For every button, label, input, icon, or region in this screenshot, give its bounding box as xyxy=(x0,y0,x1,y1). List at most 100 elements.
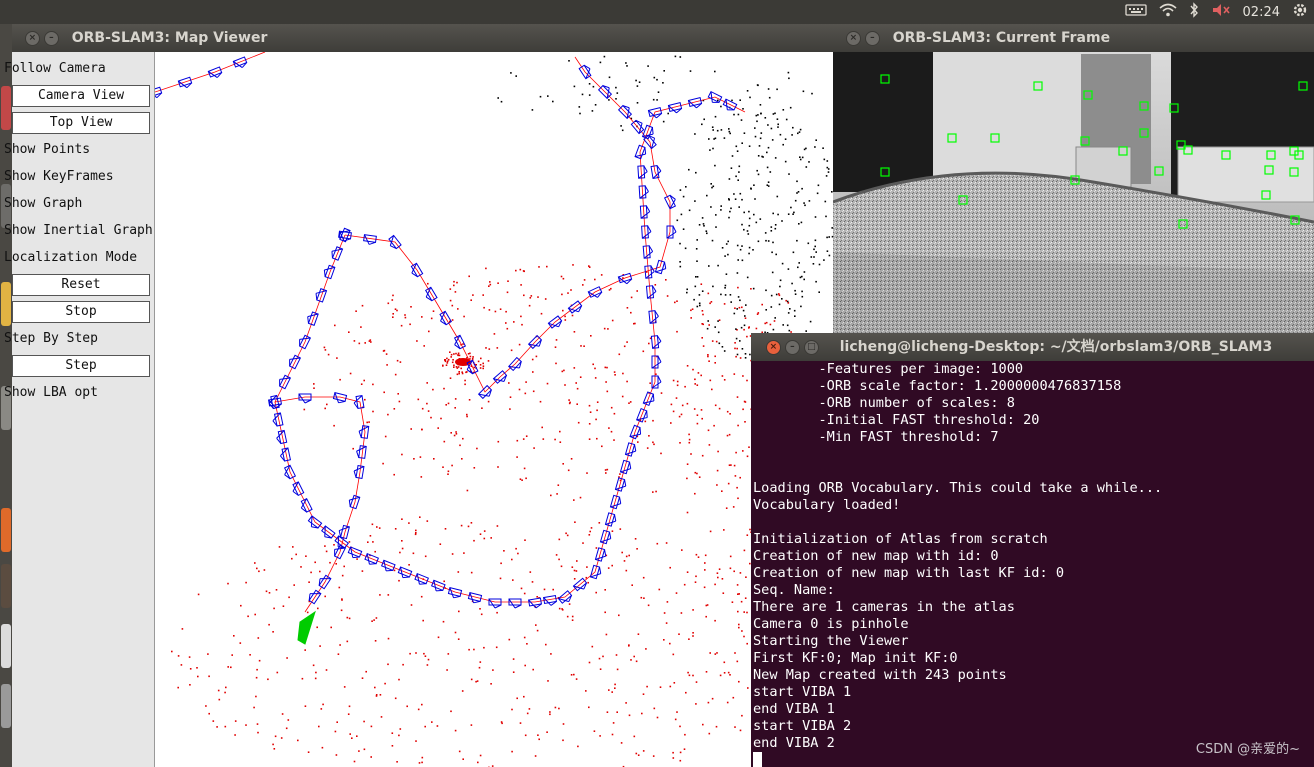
checkbox-show-points[interactable]: Show Points xyxy=(4,139,90,161)
map-point xyxy=(603,327,606,330)
map-point xyxy=(372,383,374,386)
map-point xyxy=(513,321,515,323)
map-point xyxy=(533,447,535,449)
map-point xyxy=(217,689,220,692)
reference-point xyxy=(758,145,761,147)
map-point xyxy=(378,527,381,529)
map-point xyxy=(738,626,740,629)
map-view-canvas[interactable] xyxy=(155,52,833,767)
button-reset[interactable]: Reset xyxy=(12,274,150,296)
map-point xyxy=(205,705,207,707)
map-point xyxy=(723,672,726,674)
reference-point xyxy=(706,232,708,235)
button-step[interactable]: Step xyxy=(12,355,150,377)
map-point xyxy=(725,507,728,509)
reference-point xyxy=(711,239,714,242)
map-point xyxy=(398,734,400,737)
reference-point xyxy=(588,94,591,96)
minimize-icon[interactable]: – xyxy=(43,30,59,46)
button-camera-view[interactable]: Camera View xyxy=(12,85,150,107)
reference-point xyxy=(814,245,816,248)
map-point xyxy=(417,708,420,711)
map-point xyxy=(356,735,358,737)
checkbox-show-inertial-graph[interactable]: Show Inertial Graph xyxy=(4,220,153,242)
current-frame-titlebar[interactable]: × – ORB-SLAM3: Current Frame xyxy=(833,24,1314,52)
map-point xyxy=(690,453,692,455)
bluetooth-icon[interactable] xyxy=(1189,2,1199,22)
settings-gear-icon[interactable] xyxy=(1292,2,1308,22)
keyframe-marker xyxy=(353,465,365,479)
map-point xyxy=(524,734,527,737)
close-icon[interactable]: × xyxy=(765,339,781,355)
map-point xyxy=(463,315,465,318)
checkbox-step-by-step[interactable]: Step By Step xyxy=(4,328,98,350)
checkbox-show-lba-opt[interactable]: Show LBA opt xyxy=(4,382,98,404)
reference-point xyxy=(743,228,745,231)
map-point xyxy=(415,532,417,534)
map-point xyxy=(368,340,371,342)
checkbox-localization-mode[interactable]: Localization Mode xyxy=(4,247,137,269)
terminal-titlebar[interactable]: × – □ licheng@licheng-Desktop: ~/文档/orbsla… xyxy=(751,333,1314,361)
map-point xyxy=(375,617,378,619)
reference-point xyxy=(752,287,755,290)
covisibility-graph-edge xyxy=(639,96,746,382)
keyboard-icon[interactable] xyxy=(1124,3,1147,21)
volume-muted-icon[interactable] xyxy=(1211,3,1231,21)
keyframe-marker xyxy=(528,597,542,609)
map-point xyxy=(532,390,535,393)
keyframe-edge xyxy=(640,211,651,219)
reference-point xyxy=(757,84,759,87)
reference-point xyxy=(767,124,769,126)
map-point xyxy=(742,375,744,377)
checkbox-show-graph[interactable]: Show Graph xyxy=(4,193,82,215)
map-point xyxy=(750,288,752,290)
map-point xyxy=(560,275,563,278)
map-point xyxy=(745,576,747,578)
reference-point xyxy=(741,223,743,226)
wifi-icon[interactable] xyxy=(1159,3,1177,21)
reference-point xyxy=(723,350,726,352)
reference-point xyxy=(782,143,784,146)
minimize-icon[interactable]: – xyxy=(784,339,800,355)
reference-point xyxy=(761,155,763,158)
map-point xyxy=(415,529,417,532)
map-point xyxy=(384,435,387,438)
terminal-output[interactable]: -Features per image: 1000 -ORB scale fac… xyxy=(751,361,1314,767)
close-icon[interactable]: × xyxy=(24,30,40,46)
map-point xyxy=(707,355,709,358)
map-point xyxy=(401,540,403,542)
map-point xyxy=(370,756,372,758)
reference-point xyxy=(744,353,747,355)
map-point xyxy=(469,358,471,360)
map-point xyxy=(711,388,713,391)
checkbox-follow-camera[interactable]: Follow Camera xyxy=(4,58,106,80)
maximize-icon[interactable]: □ xyxy=(803,339,819,355)
map-point xyxy=(625,569,628,572)
minimize-icon[interactable]: – xyxy=(864,30,880,46)
map-point xyxy=(392,294,394,297)
close-icon[interactable]: × xyxy=(845,30,861,46)
map-point xyxy=(535,624,537,626)
reference-point xyxy=(497,97,499,99)
button-top-view[interactable]: Top View xyxy=(12,112,150,134)
reference-point xyxy=(710,206,712,208)
map-point xyxy=(614,687,616,689)
map-point xyxy=(497,466,499,468)
reference-point xyxy=(721,247,724,249)
map-point xyxy=(714,404,717,407)
map-point xyxy=(697,372,700,374)
reference-point xyxy=(740,119,743,121)
keyframe-marker xyxy=(488,598,502,609)
map-point xyxy=(688,433,690,436)
map-viewer-titlebar[interactable]: × – ORB-SLAM3: Map Viewer xyxy=(12,24,833,52)
checkbox-show-keyframes[interactable]: Show KeyFrames xyxy=(4,166,114,188)
map-point xyxy=(708,732,711,735)
reference-point xyxy=(663,70,665,72)
clock[interactable]: 02:24 xyxy=(1243,5,1280,20)
map-point xyxy=(737,497,739,500)
reference-point xyxy=(679,189,682,191)
map-point xyxy=(511,558,513,561)
reference-point xyxy=(787,71,790,74)
button-stop[interactable]: Stop xyxy=(12,301,150,323)
map-point xyxy=(500,721,503,723)
